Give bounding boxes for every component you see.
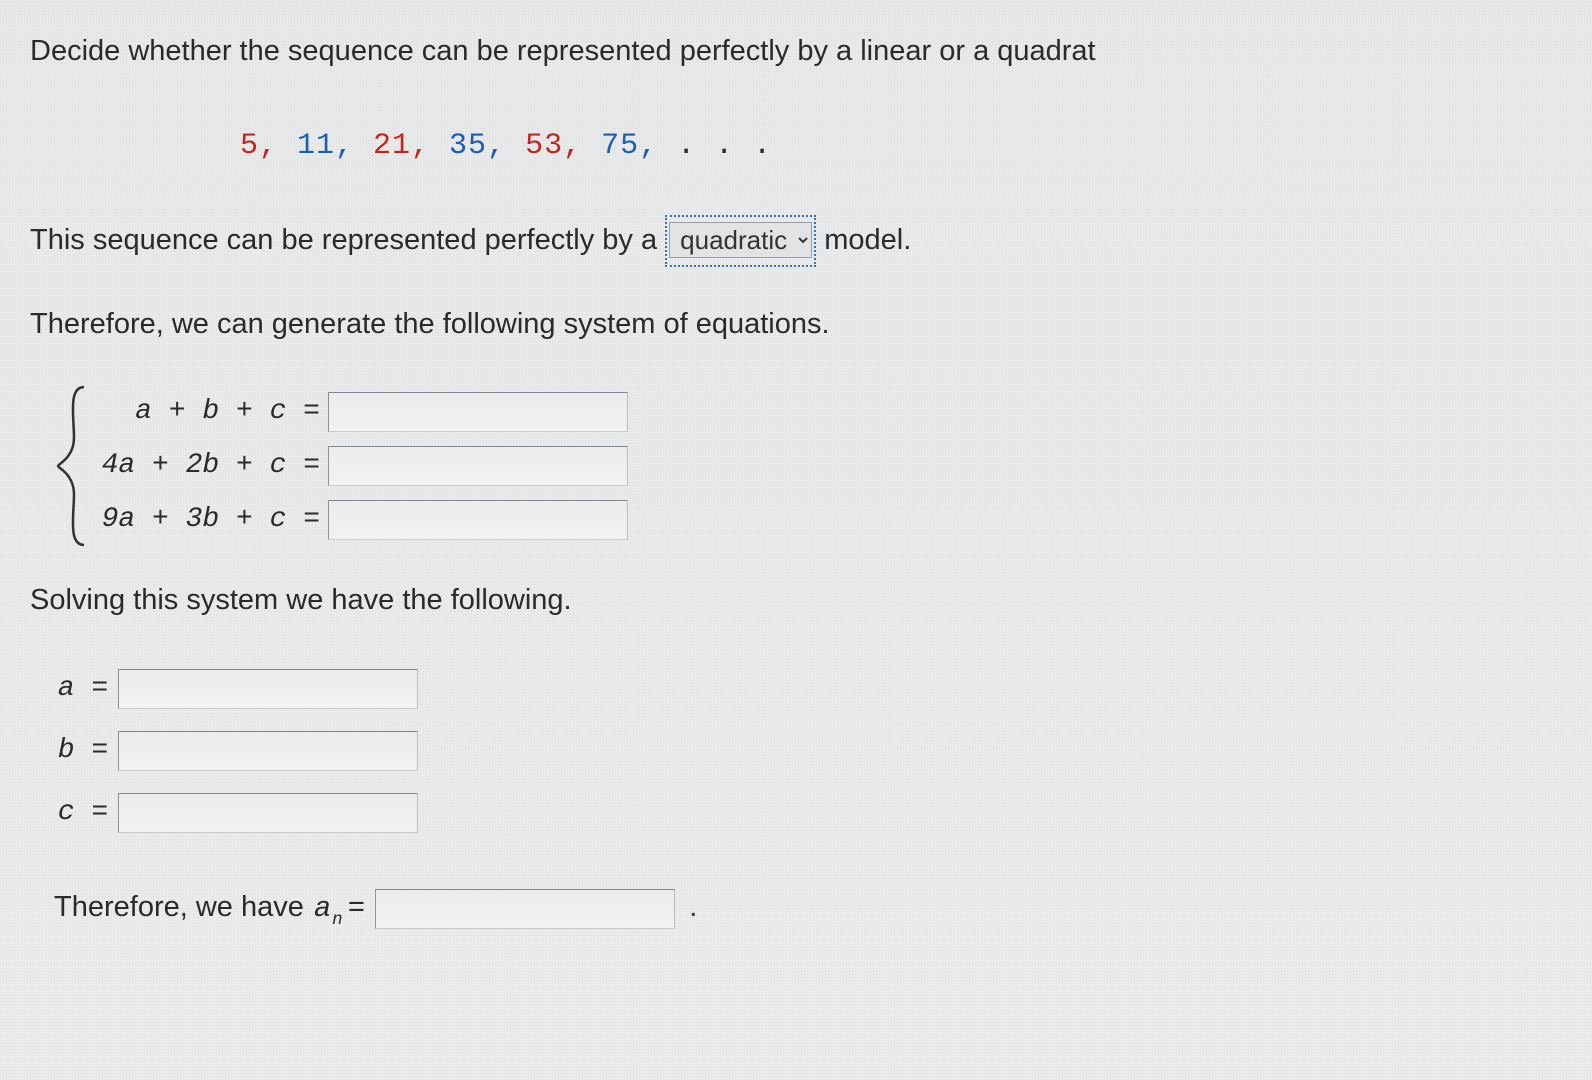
solution-input-a[interactable]	[118, 669, 418, 709]
final-equals: =	[348, 887, 365, 931]
solution-row-a: a =	[48, 658, 1592, 720]
model-select[interactable]: linear quadratic	[669, 222, 812, 258]
model-sentence-post: model.	[824, 224, 911, 256]
equation-row-3: 9a + 3b + c =	[90, 493, 628, 547]
equation-input-1[interactable]	[328, 392, 628, 432]
solution-row-c: c =	[48, 782, 1592, 844]
equation-label-3: 9a + 3b + c =	[90, 499, 328, 541]
solution-label-c: c =	[48, 792, 118, 834]
equation-input-2[interactable]	[328, 446, 628, 486]
an-variable: an	[314, 887, 342, 931]
equation-row-2: 4a + 2b + c =	[90, 439, 628, 493]
sequence-ellipsis: . . .	[658, 129, 772, 163]
solution-input-b[interactable]	[118, 731, 418, 771]
equation-system: a + b + c = 4a + 2b + c = 9a + 3b + c =	[54, 383, 1592, 549]
solution-label-a: a =	[48, 668, 118, 710]
sequence-term-5: 53,	[506, 129, 582, 163]
model-select-wrap: linear quadratic	[665, 215, 816, 268]
solution-row-b: b =	[48, 720, 1592, 782]
final-period: .	[689, 884, 697, 929]
sequence-term-1: 5,	[240, 129, 278, 163]
curly-brace-icon	[54, 383, 90, 549]
equation-label-2: 4a + 2b + c =	[90, 445, 328, 487]
system-intro-text: Therefore, we can generate the following…	[30, 303, 1592, 347]
model-sentence-pre: This sequence can be represented perfect…	[30, 224, 657, 256]
final-sentence: Therefore, we have an = .	[54, 884, 1592, 931]
equation-input-3[interactable]	[328, 500, 628, 540]
sequence-term-3: 21,	[354, 129, 430, 163]
prompt-text: Decide whether the sequence can be repre…	[30, 30, 1592, 74]
final-input-an[interactable]	[375, 889, 675, 929]
sequence-term-4: 35,	[430, 129, 506, 163]
equation-row-1: a + b + c =	[90, 385, 628, 439]
equation-label-1: a + b + c =	[90, 391, 328, 433]
solution-label-b: b =	[48, 730, 118, 772]
solution-block: a = b = c =	[48, 658, 1592, 844]
an-subscript-n: n	[332, 911, 342, 930]
an-a: a	[314, 892, 331, 925]
model-sentence: This sequence can be represented perfect…	[30, 215, 1592, 268]
sequence-term-6: 75,	[582, 129, 658, 163]
solution-input-c[interactable]	[118, 793, 418, 833]
sequence-term-2: 11,	[278, 129, 354, 163]
solving-intro-text: Solving this system we have the followin…	[30, 579, 1592, 623]
sequence-display: 5, 11, 21, 35, 53, 75, . . .	[240, 124, 1592, 169]
final-pre: Therefore, we have	[54, 886, 304, 930]
